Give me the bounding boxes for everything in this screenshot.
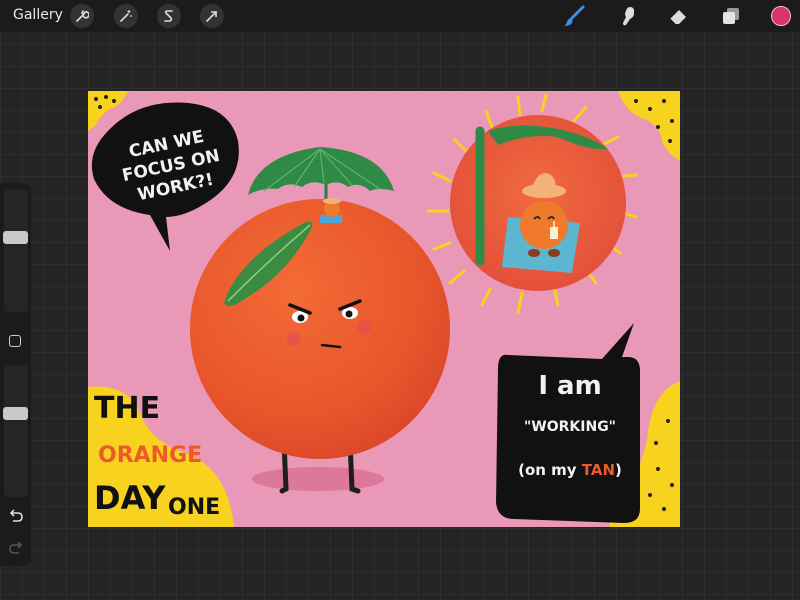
magic-wand-icon[interactable] xyxy=(114,4,138,28)
brush-size-handle[interactable] xyxy=(3,230,28,244)
opacity-handle[interactable] xyxy=(3,406,28,420)
bubble-right-line2: "WORKING" xyxy=(524,419,616,435)
transform-arrow-icon[interactable] xyxy=(200,4,224,28)
title-day: DAY xyxy=(94,479,166,517)
big-orange-character xyxy=(190,199,450,459)
brush-icon[interactable] xyxy=(561,3,587,29)
title-one: ONE xyxy=(168,495,221,520)
brush-size-slider[interactable] xyxy=(4,189,28,312)
smudge-icon[interactable] xyxy=(615,3,641,29)
color-picker-button[interactable] xyxy=(771,6,791,26)
top-toolbar: Gallery xyxy=(0,0,800,32)
opacity-slider[interactable] xyxy=(4,365,28,497)
wrench-icon[interactable] xyxy=(70,4,94,28)
bubble-right-line1: I am xyxy=(538,371,602,401)
orange-shadow xyxy=(252,467,384,491)
drawing-canvas[interactable]: CAN WE FOCUS ON WORK?! THE ORANGE DAY ON… xyxy=(88,91,680,527)
corner-blob-top-right xyxy=(618,91,680,161)
bubble-right-line3: (on my TAN) xyxy=(518,461,622,479)
zoom-sunbather xyxy=(520,201,568,249)
left-sidebar xyxy=(0,183,31,566)
undo-icon[interactable] xyxy=(8,508,24,527)
title-the: THE xyxy=(94,391,161,426)
layers-icon[interactable] xyxy=(718,3,744,29)
eraser-icon[interactable] xyxy=(665,3,691,29)
redo-icon[interactable] xyxy=(8,540,24,559)
gallery-button[interactable]: Gallery xyxy=(13,7,63,23)
modify-button[interactable] xyxy=(9,335,21,347)
title-orange: ORANGE xyxy=(98,443,203,468)
selection-icon[interactable] xyxy=(157,4,181,28)
